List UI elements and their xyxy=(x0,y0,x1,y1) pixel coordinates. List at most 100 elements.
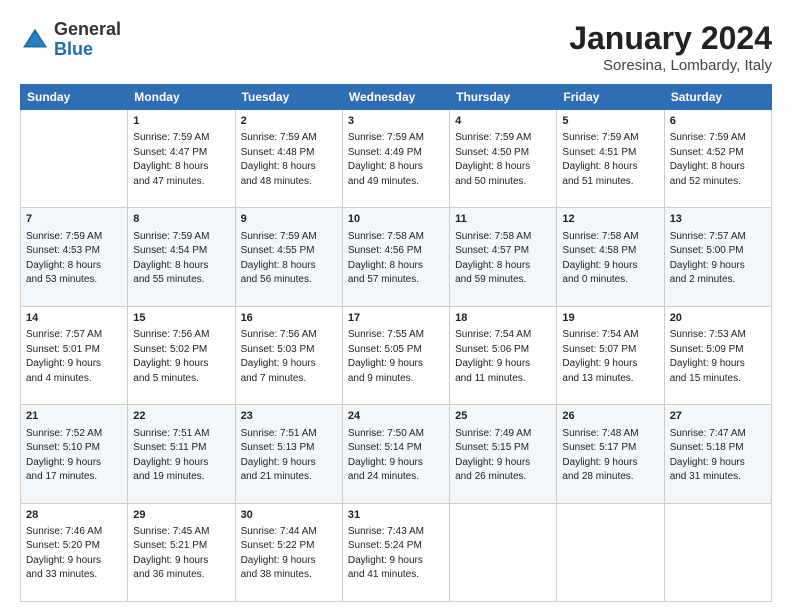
day-number: 7 xyxy=(26,212,122,227)
calendar-cell: 30 Sunrise: 7:44 AM Sunset: 5:22 PM Dayli… xyxy=(235,503,342,601)
day-number: 29 xyxy=(133,508,229,523)
day-number: 30 xyxy=(241,508,337,523)
calendar-cell: 26Sunrise: 7:48 AM Sunset: 5:17 PM Dayli… xyxy=(557,405,664,503)
calendar-cell: 10Sunrise: 7:58 AM Sunset: 4:56 PM Dayli… xyxy=(342,208,449,306)
day-number: 14 xyxy=(26,311,122,326)
calendar-cell: 17Sunrise: 7:55 AM Sunset: 5:05 PM Dayli… xyxy=(342,306,449,404)
day-number: 15 xyxy=(133,311,229,326)
day-info: Sunrise: 7:52 AM Sunset: 5:10 PM Dayligh… xyxy=(26,427,122,485)
calendar-cell xyxy=(664,503,771,601)
day-number: 17 xyxy=(348,311,444,326)
day-number: 3 xyxy=(348,114,444,129)
col-friday: Friday xyxy=(557,85,664,110)
day-number: 26 xyxy=(562,409,658,424)
day-number: 19 xyxy=(562,311,658,326)
col-thursday: Thursday xyxy=(450,85,557,110)
calendar-cell: 16 Sunrise: 7:56 AM Sunset: 5:03 PM Dayli… xyxy=(235,306,342,404)
calendar-cell: 2Sunrise: 7:59 AM Sunset: 4:48 PM Daylig… xyxy=(235,110,342,208)
calendar-cell: 9 Sunrise: 7:59 AM Sunset: 4:55 PM Daylig… xyxy=(235,208,342,306)
day-info: Sunrise: 7:54 AM Sunset: 5:06 PM Dayligh… xyxy=(455,328,551,386)
calendar-cell: 11Sunrise: 7:58 AM Sunset: 4:57 PM Dayli… xyxy=(450,208,557,306)
calendar-week-5: 28Sunrise: 7:46 AM Sunset: 5:20 PM Dayli… xyxy=(21,503,772,601)
day-number: 24 xyxy=(348,409,444,424)
main-title: January 2024 xyxy=(569,20,772,57)
calendar-cell: 8Sunrise: 7:59 AM Sunset: 4:54 PM Daylig… xyxy=(128,208,235,306)
calendar-cell: 14 Sunrise: 7:57 AM Sunset: 5:01 PM Dayli… xyxy=(21,306,128,404)
day-number: 12 xyxy=(562,212,658,227)
day-info: Sunrise: 7:51 AM Sunset: 5:11 PM Dayligh… xyxy=(133,427,229,485)
calendar-cell: 7 Sunrise: 7:59 AM Sunset: 4:53 PM Daylig… xyxy=(21,208,128,306)
header-row: Sunday Monday Tuesday Wednesday Thursday… xyxy=(21,85,772,110)
logo-icon xyxy=(20,25,50,55)
day-info: Sunrise: 7:56 AM Sunset: 5:03 PM Dayligh… xyxy=(241,328,337,386)
col-monday: Monday xyxy=(128,85,235,110)
day-info: Sunrise: 7:56 AM Sunset: 5:02 PM Dayligh… xyxy=(133,328,229,386)
calendar-cell: 18Sunrise: 7:54 AM Sunset: 5:06 PM Dayli… xyxy=(450,306,557,404)
day-info: Sunrise: 7:57 AM Sunset: 5:01 PM Dayligh… xyxy=(26,328,122,386)
day-number: 8 xyxy=(133,212,229,227)
col-saturday: Saturday xyxy=(664,85,771,110)
calendar-week-3: 14 Sunrise: 7:57 AM Sunset: 5:01 PM Dayli… xyxy=(21,306,772,404)
day-info: Sunrise: 7:46 AM Sunset: 5:20 PM Dayligh… xyxy=(26,525,122,583)
day-number: 31 xyxy=(348,508,444,523)
col-wednesday: Wednesday xyxy=(342,85,449,110)
day-number: 9 xyxy=(241,212,337,227)
calendar-week-4: 21 Sunrise: 7:52 AM Sunset: 5:10 PM Dayli… xyxy=(21,405,772,503)
logo-blue-text: Blue xyxy=(54,39,93,59)
calendar-cell: 28Sunrise: 7:46 AM Sunset: 5:20 PM Dayli… xyxy=(21,503,128,601)
calendar-cell: 29 Sunrise: 7:45 AM Sunset: 5:21 PM Dayli… xyxy=(128,503,235,601)
day-info: Sunrise: 7:59 AM Sunset: 4:47 PM Dayligh… xyxy=(133,131,229,189)
day-number: 10 xyxy=(348,212,444,227)
day-number: 20 xyxy=(670,311,766,326)
calendar-header: Sunday Monday Tuesday Wednesday Thursday… xyxy=(21,85,772,110)
page: General Blue January 2024 Soresina, Lomb… xyxy=(0,0,792,612)
col-sunday: Sunday xyxy=(21,85,128,110)
day-info: Sunrise: 7:54 AM Sunset: 5:07 PM Dayligh… xyxy=(562,328,658,386)
day-number: 21 xyxy=(26,409,122,424)
day-info: Sunrise: 7:59 AM Sunset: 4:51 PM Dayligh… xyxy=(562,131,658,189)
day-number: 25 xyxy=(455,409,551,424)
calendar-cell: 13Sunrise: 7:57 AM Sunset: 5:00 PM Dayli… xyxy=(664,208,771,306)
day-number: 4 xyxy=(455,114,551,129)
title-block: January 2024 Soresina, Lombardy, Italy xyxy=(569,20,772,74)
calendar-cell: 6Sunrise: 7:59 AM Sunset: 4:52 PM Daylig… xyxy=(664,110,771,208)
calendar-table: Sunday Monday Tuesday Wednesday Thursday… xyxy=(20,84,772,602)
day-info: Sunrise: 7:59 AM Sunset: 4:49 PM Dayligh… xyxy=(348,131,444,189)
day-info: Sunrise: 7:44 AM Sunset: 5:22 PM Dayligh… xyxy=(241,525,337,583)
calendar-week-1: 1 Sunrise: 7:59 AM Sunset: 4:47 PM Daylig… xyxy=(21,110,772,208)
calendar-cell: 4Sunrise: 7:59 AM Sunset: 4:50 PM Daylig… xyxy=(450,110,557,208)
day-number: 6 xyxy=(670,114,766,129)
calendar-cell xyxy=(450,503,557,601)
calendar-cell: 20Sunrise: 7:53 AM Sunset: 5:09 PM Dayli… xyxy=(664,306,771,404)
day-info: Sunrise: 7:59 AM Sunset: 4:55 PM Dayligh… xyxy=(241,230,337,288)
day-info: Sunrise: 7:43 AM Sunset: 5:24 PM Dayligh… xyxy=(348,525,444,583)
day-info: Sunrise: 7:57 AM Sunset: 5:00 PM Dayligh… xyxy=(670,230,766,288)
calendar-cell: 27 Sunrise: 7:47 AM Sunset: 5:18 PM Dayli… xyxy=(664,405,771,503)
day-number: 11 xyxy=(455,212,551,227)
day-info: Sunrise: 7:45 AM Sunset: 5:21 PM Dayligh… xyxy=(133,525,229,583)
calendar-cell: 1 Sunrise: 7:59 AM Sunset: 4:47 PM Daylig… xyxy=(128,110,235,208)
calendar-cell: 25Sunrise: 7:49 AM Sunset: 5:15 PM Dayli… xyxy=(450,405,557,503)
calendar-week-2: 7 Sunrise: 7:59 AM Sunset: 4:53 PM Daylig… xyxy=(21,208,772,306)
calendar-cell: 3 Sunrise: 7:59 AM Sunset: 4:49 PM Daylig… xyxy=(342,110,449,208)
logo: General Blue xyxy=(20,20,121,60)
calendar-cell: 19 Sunrise: 7:54 AM Sunset: 5:07 PM Dayli… xyxy=(557,306,664,404)
calendar-cell xyxy=(21,110,128,208)
day-info: Sunrise: 7:59 AM Sunset: 4:53 PM Dayligh… xyxy=(26,230,122,288)
calendar-body: 1 Sunrise: 7:59 AM Sunset: 4:47 PM Daylig… xyxy=(21,110,772,602)
calendar-cell: 12 Sunrise: 7:58 AM Sunset: 4:58 PM Dayli… xyxy=(557,208,664,306)
calendar-cell: 21 Sunrise: 7:52 AM Sunset: 5:10 PM Dayli… xyxy=(21,405,128,503)
day-info: Sunrise: 7:50 AM Sunset: 5:14 PM Dayligh… xyxy=(348,427,444,485)
logo-general-text: General xyxy=(54,19,121,39)
subtitle: Soresina, Lombardy, Italy xyxy=(569,57,772,74)
calendar-cell xyxy=(557,503,664,601)
day-info: Sunrise: 7:47 AM Sunset: 5:18 PM Dayligh… xyxy=(670,427,766,485)
day-number: 23 xyxy=(241,409,337,424)
day-info: Sunrise: 7:51 AM Sunset: 5:13 PM Dayligh… xyxy=(241,427,337,485)
day-number: 16 xyxy=(241,311,337,326)
day-number: 1 xyxy=(133,114,229,129)
day-info: Sunrise: 7:58 AM Sunset: 4:58 PM Dayligh… xyxy=(562,230,658,288)
day-number: 27 xyxy=(670,409,766,424)
calendar-cell: 15 Sunrise: 7:56 AM Sunset: 5:02 PM Dayli… xyxy=(128,306,235,404)
calendar-cell: 23 Sunrise: 7:51 AM Sunset: 5:13 PM Dayli… xyxy=(235,405,342,503)
